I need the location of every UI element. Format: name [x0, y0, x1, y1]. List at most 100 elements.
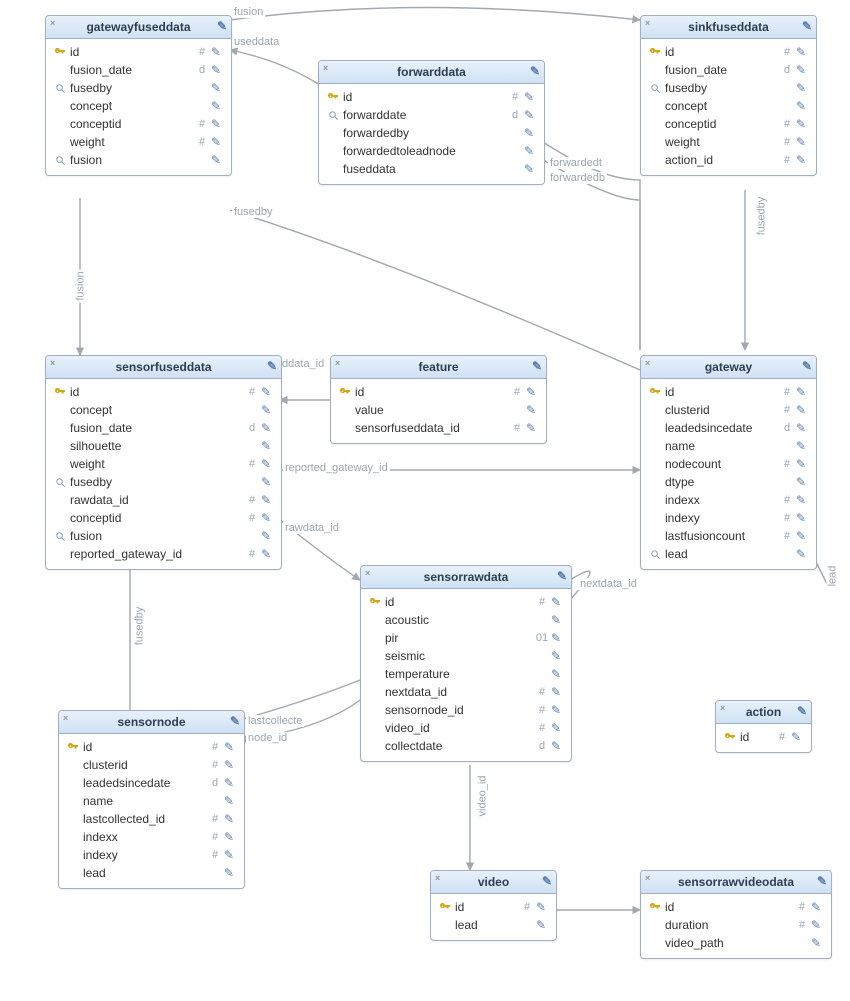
pencil-icon[interactable]: ✎ — [796, 61, 810, 79]
pencil-icon[interactable]: ✎ — [211, 61, 225, 79]
table-sinkfuseddata[interactable]: × sinkfuseddata ✎ id#✎fusion_dated✎fused… — [640, 15, 817, 176]
column-row[interactable]: conceptid#✎ — [50, 115, 227, 133]
column-row[interactable]: indexy#✎ — [63, 846, 240, 864]
table-gatewayfuseddata[interactable]: × gatewayfuseddata ✎ id#✎fusion_dated✎fu… — [45, 15, 232, 176]
pencil-icon[interactable]: ✎ — [211, 79, 225, 97]
pencil-icon[interactable]: ✎ — [802, 19, 812, 33]
pencil-icon[interactable]: ✎ — [261, 401, 275, 419]
table-header[interactable]: × sensorrawvideodata ✎ — [641, 871, 831, 894]
column-row[interactable]: clusterid#✎ — [63, 756, 240, 774]
table-header[interactable]: × gateway ✎ — [641, 356, 816, 379]
column-row[interactable]: pir01✎ — [365, 629, 567, 647]
column-row[interactable]: video_id#✎ — [365, 719, 567, 737]
pencil-icon[interactable]: ✎ — [551, 737, 565, 755]
column-row[interactable]: lead✎ — [435, 916, 552, 934]
pencil-icon[interactable]: ✎ — [217, 19, 227, 33]
close-icon[interactable]: × — [645, 358, 650, 368]
table-header[interactable]: × gatewayfuseddata ✎ — [46, 16, 231, 39]
table-header[interactable]: × feature ✎ — [331, 356, 546, 379]
column-row[interactable]: id#✎ — [720, 728, 807, 746]
pencil-icon[interactable]: ✎ — [551, 593, 565, 611]
pencil-icon[interactable]: ✎ — [211, 43, 225, 61]
table-forwarddata[interactable]: × forwarddata ✎ id#✎forwarddated✎forward… — [318, 60, 545, 185]
column-row[interactable]: lead✎ — [63, 864, 240, 882]
column-row[interactable]: name✎ — [645, 437, 812, 455]
pencil-icon[interactable]: ✎ — [796, 401, 810, 419]
column-row[interactable]: fuseddata✎ — [323, 160, 540, 178]
pencil-icon[interactable]: ✎ — [796, 43, 810, 61]
pencil-icon[interactable]: ✎ — [796, 151, 810, 169]
pencil-icon[interactable]: ✎ — [224, 810, 238, 828]
column-row[interactable]: sensorfuseddata_id#✎ — [335, 419, 542, 437]
close-icon[interactable]: × — [720, 703, 725, 713]
column-row[interactable]: indexx#✎ — [645, 491, 812, 509]
column-row[interactable]: fusion_dated✎ — [50, 419, 277, 437]
table-header[interactable]: × action ✎ — [716, 701, 811, 724]
column-row[interactable]: concept✎ — [645, 97, 812, 115]
pencil-icon[interactable]: ✎ — [261, 383, 275, 401]
table-header[interactable]: × sensornode ✎ — [59, 711, 244, 734]
pencil-icon[interactable]: ✎ — [224, 738, 238, 756]
pencil-icon[interactable]: ✎ — [261, 419, 275, 437]
table-header[interactable]: × sinkfuseddata ✎ — [641, 16, 816, 39]
column-row[interactable]: nodecount#✎ — [645, 455, 812, 473]
pencil-icon[interactable]: ✎ — [536, 898, 550, 916]
pencil-icon[interactable]: ✎ — [261, 437, 275, 455]
pencil-icon[interactable]: ✎ — [524, 142, 538, 160]
close-icon[interactable]: × — [323, 63, 328, 73]
table-sensorrawvideodata[interactable]: × sensorrawvideodata ✎ id#✎duration#✎vid… — [640, 870, 832, 959]
table-header[interactable]: × sensorfuseddata ✎ — [46, 356, 281, 379]
pencil-icon[interactable]: ✎ — [551, 719, 565, 737]
pencil-icon[interactable]: ✎ — [796, 545, 810, 563]
table-sensorfuseddata[interactable]: × sensorfuseddata ✎ id#✎concept✎fusion_d… — [45, 355, 282, 570]
column-row[interactable]: concept✎ — [50, 97, 227, 115]
column-row[interactable]: leadedsincedated✎ — [645, 419, 812, 437]
pencil-icon[interactable]: ✎ — [796, 527, 810, 545]
column-row[interactable]: silhouette✎ — [50, 437, 277, 455]
close-icon[interactable]: × — [335, 358, 340, 368]
column-row[interactable]: video_path✎ — [645, 934, 827, 952]
column-row[interactable]: dtype✎ — [645, 473, 812, 491]
pencil-icon[interactable]: ✎ — [211, 115, 225, 133]
column-row[interactable]: id#✎ — [335, 383, 542, 401]
pencil-icon[interactable]: ✎ — [796, 79, 810, 97]
pencil-icon[interactable]: ✎ — [261, 527, 275, 545]
pencil-icon[interactable]: ✎ — [811, 898, 825, 916]
column-row[interactable]: fusedby✎ — [645, 79, 812, 97]
column-row[interactable]: rawdata_id#✎ — [50, 491, 277, 509]
pencil-icon[interactable]: ✎ — [796, 115, 810, 133]
pencil-icon[interactable]: ✎ — [224, 828, 238, 846]
pencil-icon[interactable]: ✎ — [796, 491, 810, 509]
column-row[interactable]: id#✎ — [63, 738, 240, 756]
table-header[interactable]: × forwarddata ✎ — [319, 61, 544, 84]
close-icon[interactable]: × — [63, 713, 68, 723]
pencil-icon[interactable]: ✎ — [796, 455, 810, 473]
pencil-icon[interactable]: ✎ — [224, 756, 238, 774]
table-action[interactable]: × action ✎ id#✎ — [715, 700, 812, 753]
column-row[interactable]: indexy#✎ — [645, 509, 812, 527]
pencil-icon[interactable]: ✎ — [551, 629, 565, 647]
column-row[interactable]: weight#✎ — [50, 133, 227, 151]
table-video[interactable]: × video ✎ id#✎lead✎ — [430, 870, 557, 941]
pencil-icon[interactable]: ✎ — [796, 473, 810, 491]
column-row[interactable]: id#✎ — [645, 43, 812, 61]
pencil-icon[interactable]: ✎ — [261, 473, 275, 491]
pencil-icon[interactable]: ✎ — [211, 151, 225, 169]
column-row[interactable]: fusion_dated✎ — [50, 61, 227, 79]
column-row[interactable]: fusion_dated✎ — [645, 61, 812, 79]
column-row[interactable]: forwardedby✎ — [323, 124, 540, 142]
close-icon[interactable]: × — [645, 18, 650, 28]
column-row[interactable]: seismic✎ — [365, 647, 567, 665]
pencil-icon[interactable]: ✎ — [526, 419, 540, 437]
pencil-icon[interactable]: ✎ — [526, 383, 540, 401]
pencil-icon[interactable]: ✎ — [536, 916, 550, 934]
pencil-icon[interactable]: ✎ — [796, 97, 810, 115]
column-row[interactable]: id#✎ — [365, 593, 567, 611]
column-row[interactable]: weight#✎ — [50, 455, 277, 473]
pencil-icon[interactable]: ✎ — [817, 874, 827, 888]
column-row[interactable]: concept✎ — [50, 401, 277, 419]
pencil-icon[interactable]: ✎ — [796, 383, 810, 401]
column-row[interactable]: id#✎ — [435, 898, 552, 916]
pencil-icon[interactable]: ✎ — [811, 934, 825, 952]
column-row[interactable]: id#✎ — [645, 898, 827, 916]
